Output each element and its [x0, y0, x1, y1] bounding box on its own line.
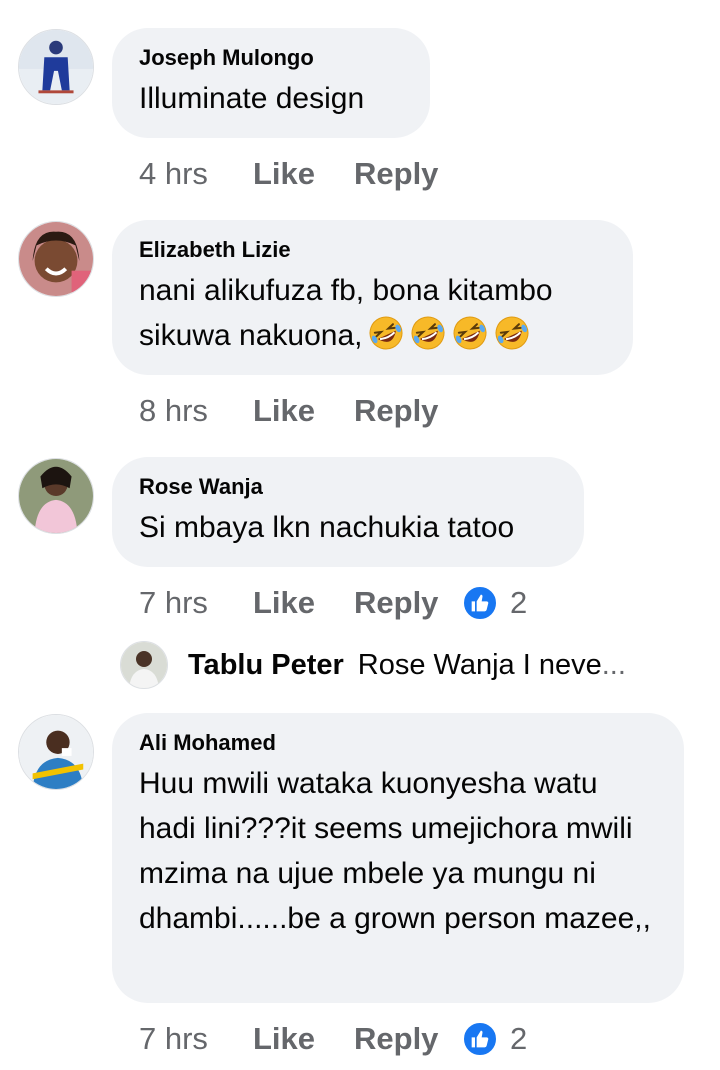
comment-author[interactable]: Ali Mohamed — [139, 731, 658, 755]
like-button[interactable]: Like — [253, 393, 354, 429]
rolling-on-floor-laughing-icon — [452, 315, 488, 351]
reaction-count[interactable]: 2 — [462, 585, 527, 621]
reaction-number: 2 — [510, 585, 528, 620]
comment-author[interactable]: Rose Wanja — [139, 475, 558, 499]
comment-actions: 7 hrs Like Reply 2 — [139, 583, 527, 623]
reply-button[interactable]: Reply — [354, 393, 462, 429]
reply-button[interactable]: Reply — [354, 156, 462, 192]
comment-text: Illuminate design — [139, 82, 365, 115]
profile-photo-icon — [19, 715, 93, 789]
rolling-on-floor-laughing-icon — [410, 315, 446, 351]
profile-photo-icon — [19, 222, 93, 296]
profile-photo-icon — [19, 30, 93, 104]
reaction-number: 2 — [510, 1021, 528, 1056]
comment-bubble: Joseph Mulongo Illuminate design — [112, 28, 430, 138]
comment-time[interactable]: 7 hrs — [139, 1021, 253, 1057]
comment-actions: 7 hrs Like Reply 2 — [139, 1019, 527, 1059]
comment-author[interactable]: Elizabeth Lizie — [139, 238, 607, 262]
comment-time[interactable]: 7 hrs — [139, 585, 253, 621]
like-button[interactable]: Like — [253, 1021, 354, 1057]
comment-actions: 4 hrs Like Reply — [139, 154, 462, 194]
rolling-on-floor-laughing-icon — [368, 315, 404, 351]
comment-time[interactable]: 4 hrs — [139, 156, 253, 192]
comment-bubble: Rose Wanja Si mbaya lkn nachukia tatoo — [112, 457, 584, 567]
comment-text: Huu mwili wataka kuonyesha watu hadi lin… — [139, 767, 651, 935]
reply-text: Rose Wanja I neve — [357, 648, 602, 681]
comment-bubble: Ali Mohamed Huu mwili wataka kuonyesha w… — [112, 713, 684, 1003]
comment-bubble: Elizabeth Lizie nani alikufuza fb, bona … — [112, 220, 633, 375]
avatar[interactable] — [18, 221, 94, 297]
avatar[interactable] — [18, 714, 94, 790]
profile-photo-icon — [121, 642, 167, 688]
like-button[interactable]: Like — [253, 585, 354, 621]
like-button[interactable]: Like — [253, 156, 354, 192]
profile-photo-icon — [19, 459, 93, 533]
reply-button[interactable]: Reply — [354, 585, 462, 621]
reply-button[interactable]: Reply — [354, 1021, 462, 1057]
rolling-on-floor-laughing-icon — [494, 315, 530, 351]
comment-text: nani alikufuza fb, bona kitambo sikuwa n… — [139, 268, 607, 358]
thumbs-up-icon — [462, 585, 498, 621]
thumbs-up-icon — [462, 1021, 498, 1057]
comment-author[interactable]: Joseph Mulongo — [139, 46, 404, 70]
reply-ellipsis: ... — [601, 648, 626, 681]
reply-preview[interactable]: Tablu Peter Rose Wanja I neve ... — [120, 640, 626, 690]
avatar[interactable] — [18, 29, 94, 105]
reply-author[interactable]: Tablu Peter — [188, 649, 344, 682]
reaction-count[interactable]: 2 — [462, 1021, 527, 1057]
avatar[interactable] — [18, 458, 94, 534]
avatar[interactable] — [120, 641, 168, 689]
emoji-row — [362, 316, 530, 352]
comment-time[interactable]: 8 hrs — [139, 393, 253, 429]
comment-text: Si mbaya lkn nachukia tatoo — [139, 511, 515, 544]
comment-actions: 8 hrs Like Reply — [139, 391, 462, 431]
